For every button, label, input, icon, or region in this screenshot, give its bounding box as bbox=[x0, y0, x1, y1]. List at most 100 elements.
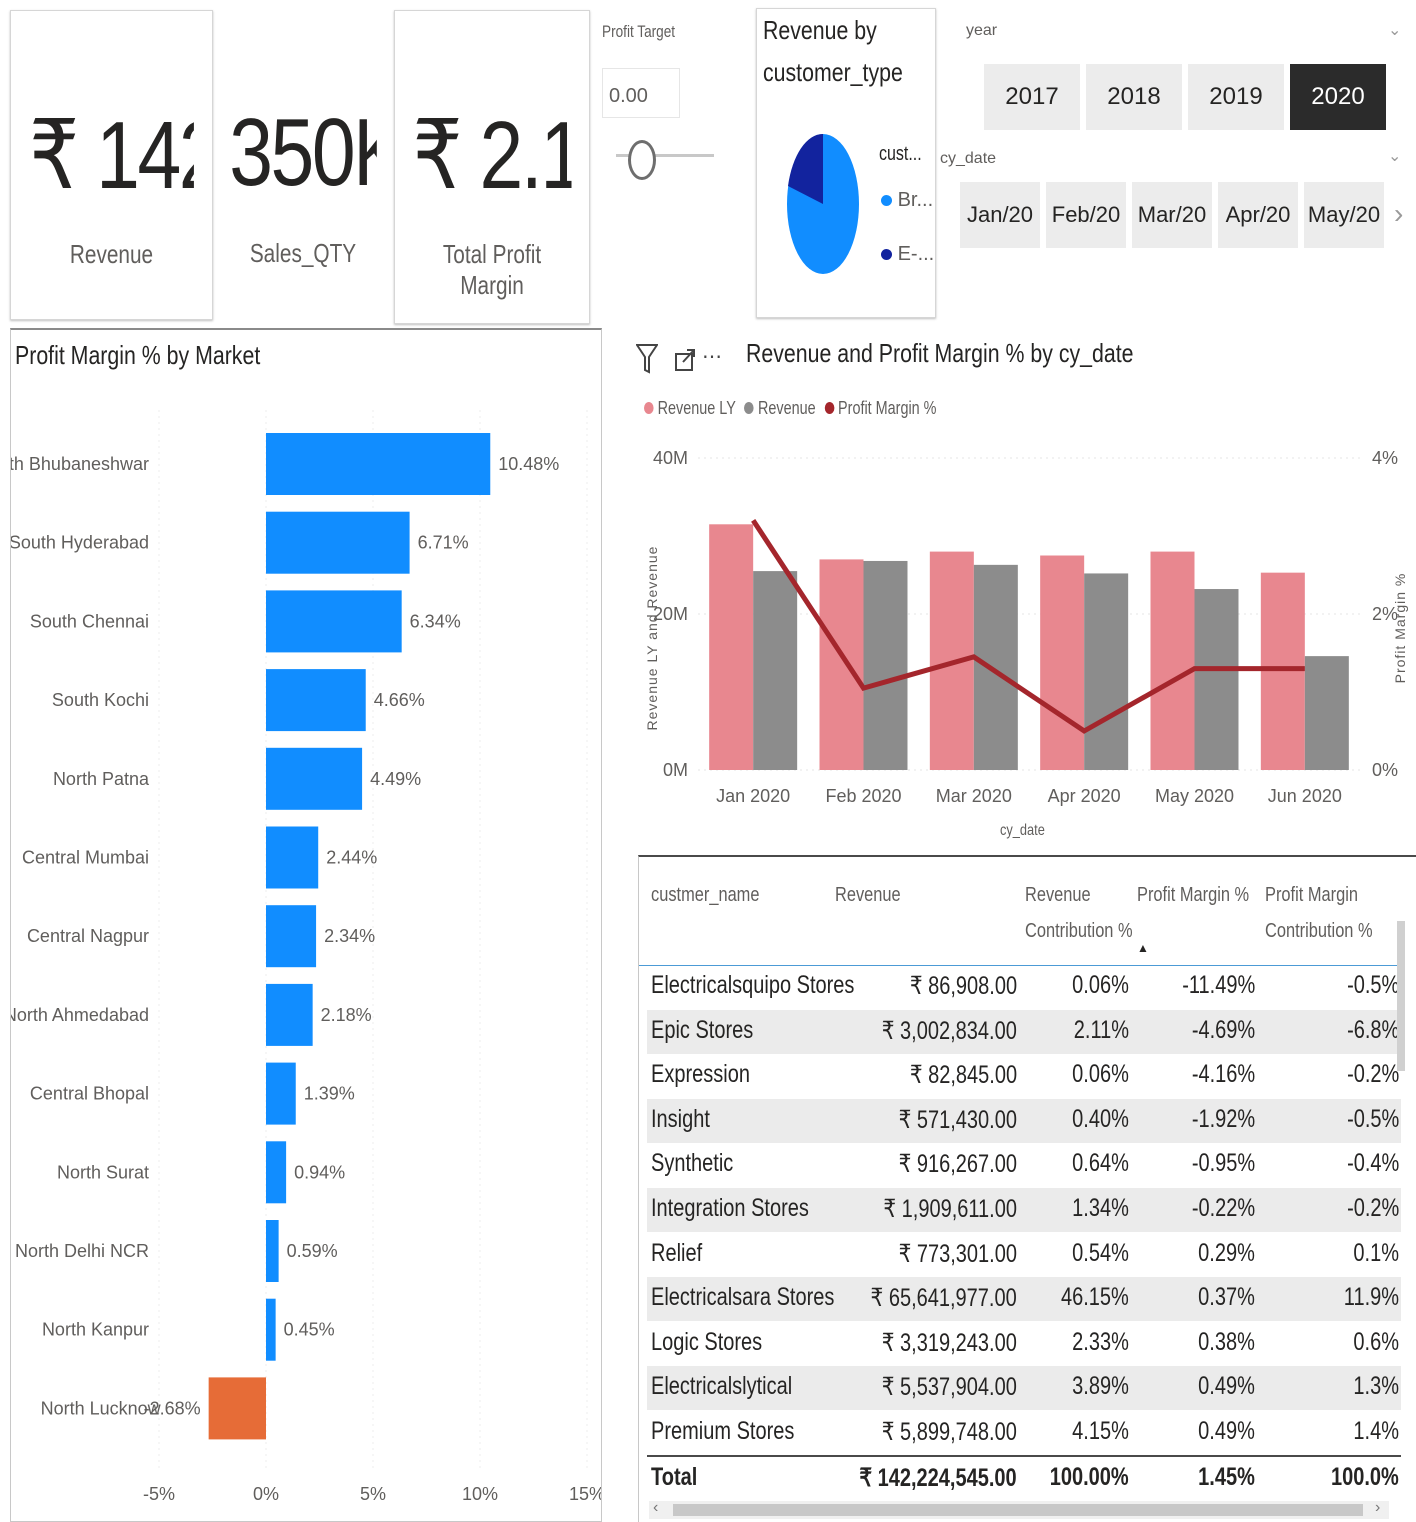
year-slicer[interactable]: year ⌄ 2017 2018 2019 2020 bbox=[940, 10, 1410, 140]
legend-dot-icon bbox=[881, 195, 892, 206]
revenue-ly-bar bbox=[709, 524, 754, 770]
total-cell: 1.45% bbox=[1198, 1463, 1255, 1491]
table-cell: ₹ 86,908.00 bbox=[909, 972, 1017, 1000]
revenue-bar bbox=[1304, 656, 1349, 770]
table-cell: 0.54% bbox=[1072, 1238, 1129, 1267]
kpi-card-revenue[interactable]: ₹ 142... Revenue bbox=[10, 10, 213, 320]
pie-legend-item[interactable]: Br... bbox=[881, 189, 933, 212]
table-cell: -0.2% bbox=[1346, 1194, 1399, 1222]
table-row[interactable]: Synthetic ₹ 916,267.00 0.64% -0.95% -0.4% bbox=[647, 1143, 1401, 1187]
table-cell: -0.22% bbox=[1191, 1194, 1255, 1222]
kpi-label: Sales_QTY bbox=[249, 238, 357, 268]
combo-chart[interactable]: 0M 0%20M 2%40M 4%Jan 2020 Feb 2020 Mar 2020 Ap… bbox=[630, 330, 1416, 850]
pie-card[interactable]: Revenue by customer_type cust... Br... E… bbox=[756, 8, 936, 318]
table-cell: -4.16% bbox=[1191, 1060, 1255, 1089]
table-cell: 2.11% bbox=[1073, 1015, 1129, 1044]
table-cell: 3.89% bbox=[1072, 1372, 1129, 1401]
x-tick-label: Apr 2020 bbox=[1048, 786, 1121, 806]
year-option-2018[interactable]: 2018 bbox=[1086, 64, 1182, 130]
table-cell: -0.4% bbox=[1346, 1149, 1399, 1178]
column-header-revenue-contribution[interactable]: Revenue Contribution % bbox=[1025, 877, 1133, 949]
scrollbar-thumb[interactable] bbox=[673, 1504, 1363, 1516]
revenue-bar bbox=[863, 560, 908, 770]
vertical-scrollbar[interactable] bbox=[1397, 921, 1405, 1071]
market-bar bbox=[266, 1062, 296, 1125]
table-row[interactable]: Electricalsara Stores ₹ 65,641,977.00 46.1… bbox=[647, 1277, 1401, 1322]
table-row[interactable]: Expression ₹ 82,845.00 0.06% -4.16% -0.2% bbox=[647, 1054, 1401, 1098]
chevron-right-icon[interactable]: › bbox=[1394, 198, 1403, 230]
date-slicer[interactable]: cy_date ⌄ Jan/20 Feb/20 Mar/20 Apr/20 Ma… bbox=[938, 140, 1412, 260]
kpi-card-total-profit-margin[interactable]: ₹ 2.1M Total Profit Margin bbox=[394, 10, 590, 324]
column-header-profit-margin[interactable]: Profit Margin % bbox=[1137, 877, 1249, 913]
table-row[interactable]: Insight ₹ 571,430.00 0.40% -1.92% -0.5% bbox=[647, 1098, 1401, 1143]
table-row[interactable]: Relief ₹ 773,301.00 0.54% 0.29% 0.1% bbox=[647, 1233, 1401, 1277]
year-option-2017[interactable]: 2017 bbox=[984, 64, 1080, 130]
pie-legend-item[interactable]: E-... bbox=[881, 243, 934, 266]
revenue-profit-combo-visual[interactable]: ⋯ Revenue and Profit Margin % by cy_date… bbox=[630, 330, 1416, 850]
profit-target-input[interactable]: 0.00 bbox=[602, 68, 680, 118]
profit-margin-by-market-visual[interactable]: Profit Margin % by Market -5%0%5%10%15%S… bbox=[10, 328, 602, 1522]
table-row[interactable]: Epic Stores ₹ 3,002,834.00 2.11% -4.69% -6.8… bbox=[647, 1009, 1401, 1054]
column-header-profit-margin-contribution[interactable]: Profit Margin Contribution % bbox=[1265, 877, 1373, 949]
chevron-down-icon[interactable]: ⌄ bbox=[1388, 146, 1401, 166]
sort-ascending-icon[interactable]: ▲ bbox=[1137, 941, 1149, 955]
table-row[interactable]: Integration Stores ₹ 1,909,611.00 1.34% -0.… bbox=[647, 1188, 1401, 1232]
market-bar bbox=[266, 1298, 276, 1361]
table-cell: Premium Stores bbox=[651, 1417, 795, 1445]
column-header-customer[interactable]: custmer_name bbox=[651, 877, 759, 913]
chevron-down-icon[interactable]: ⌄ bbox=[1388, 20, 1401, 40]
table-row[interactable]: Electricalslytical ₹ 5,537,904.00 3.89% 0.4… bbox=[647, 1366, 1401, 1411]
total-cell: 100.00% bbox=[1050, 1463, 1129, 1491]
pie-legend-label: Br... bbox=[897, 189, 934, 211]
total-cell: Total bbox=[651, 1463, 698, 1491]
year-option-2019[interactable]: 2019 bbox=[1188, 64, 1284, 130]
y-right-tick-label: 4% bbox=[1372, 448, 1398, 468]
table-cell: ₹ 1,909,611.00 bbox=[883, 1195, 1017, 1223]
kpi-value: 350K bbox=[229, 99, 377, 206]
month-buttons: Jan/20 Feb/20 Mar/20 Apr/20 May/20 bbox=[960, 182, 1400, 248]
table-cell: -0.95% bbox=[1191, 1149, 1255, 1178]
year-buttons: 2017 2018 2019 2020 bbox=[984, 64, 1404, 130]
profit-target-slicer[interactable]: Profit Target 0.00 bbox=[596, 10, 736, 320]
slider-handle[interactable] bbox=[628, 140, 656, 180]
table-cell: Logic Stores bbox=[651, 1327, 763, 1356]
table-cell: 0.37% bbox=[1198, 1283, 1255, 1312]
market-category-label: Central Mumbai bbox=[22, 848, 149, 868]
column-header-revenue[interactable]: Revenue bbox=[835, 877, 901, 913]
pie-chart[interactable] bbox=[783, 131, 863, 277]
table-total-row: Total ₹ 142,224,545.00 100.00% 1.45% 100… bbox=[647, 1455, 1401, 1501]
month-option[interactable]: Apr/20 bbox=[1218, 182, 1298, 248]
year-option-2020[interactable]: 2020 bbox=[1290, 64, 1386, 130]
table-row[interactable]: Logic Stores ₹ 3,319,243.00 2.33% 0.38% 0.6% bbox=[647, 1322, 1401, 1366]
month-option[interactable]: Jan/20 bbox=[960, 182, 1040, 248]
customer-table[interactable]: custmer_name Revenue Revenue Contribution… bbox=[638, 855, 1416, 1522]
header-text: Profit Margin % bbox=[1137, 884, 1250, 906]
chevron-left-icon[interactable]: ‹ bbox=[653, 1499, 658, 1517]
table-cell: Insight bbox=[651, 1104, 710, 1133]
table-cell: 2.33% bbox=[1072, 1327, 1129, 1356]
table-cell: 0.6% bbox=[1353, 1327, 1399, 1356]
month-option[interactable]: Feb/20 bbox=[1046, 182, 1126, 248]
market-category-label: South Kochi bbox=[52, 690, 149, 710]
kpi-card-sales-qty[interactable]: 350K Sales_QTY bbox=[213, 10, 393, 320]
table-cell: Electricalslytical bbox=[651, 1372, 793, 1401]
chevron-right-icon[interactable]: › bbox=[1375, 1499, 1380, 1517]
revenue-ly-bar bbox=[1260, 572, 1305, 770]
header-text: Contribution % bbox=[1025, 920, 1133, 942]
table-cell: 0.29% bbox=[1198, 1238, 1255, 1267]
x-tick-label: Jun 2020 bbox=[1268, 786, 1342, 806]
month-option[interactable]: Mar/20 bbox=[1132, 182, 1212, 248]
table-row[interactable]: Electricalsquipo Stores ₹ 86,908.00 0.06% -… bbox=[647, 965, 1401, 1009]
table-cell: Epic Stores bbox=[651, 1015, 754, 1044]
table-cell: ₹ 3,002,834.00 bbox=[881, 1016, 1017, 1045]
table-row[interactable]: Premium Stores ₹ 5,899,748.00 4.15% 0.49% 1.… bbox=[647, 1411, 1401, 1455]
horizontal-scrollbar[interactable]: ‹ › bbox=[649, 1499, 1389, 1519]
bar-data-label: 6.71% bbox=[418, 533, 469, 553]
table-cell: ₹ 65,641,977.00 bbox=[870, 1284, 1017, 1313]
table-cell: Synthetic bbox=[651, 1149, 734, 1178]
market-bar bbox=[266, 1220, 279, 1282]
market-bar-chart[interactable]: -5% 0% 5% 10% 15% South Bhubaneshwar 10.48% Sou… bbox=[11, 330, 601, 1520]
month-option[interactable]: May/20 bbox=[1304, 182, 1384, 248]
market-category-label: North Delhi NCR bbox=[15, 1241, 149, 1261]
table-cell: ₹ 5,899,748.00 bbox=[881, 1418, 1017, 1446]
